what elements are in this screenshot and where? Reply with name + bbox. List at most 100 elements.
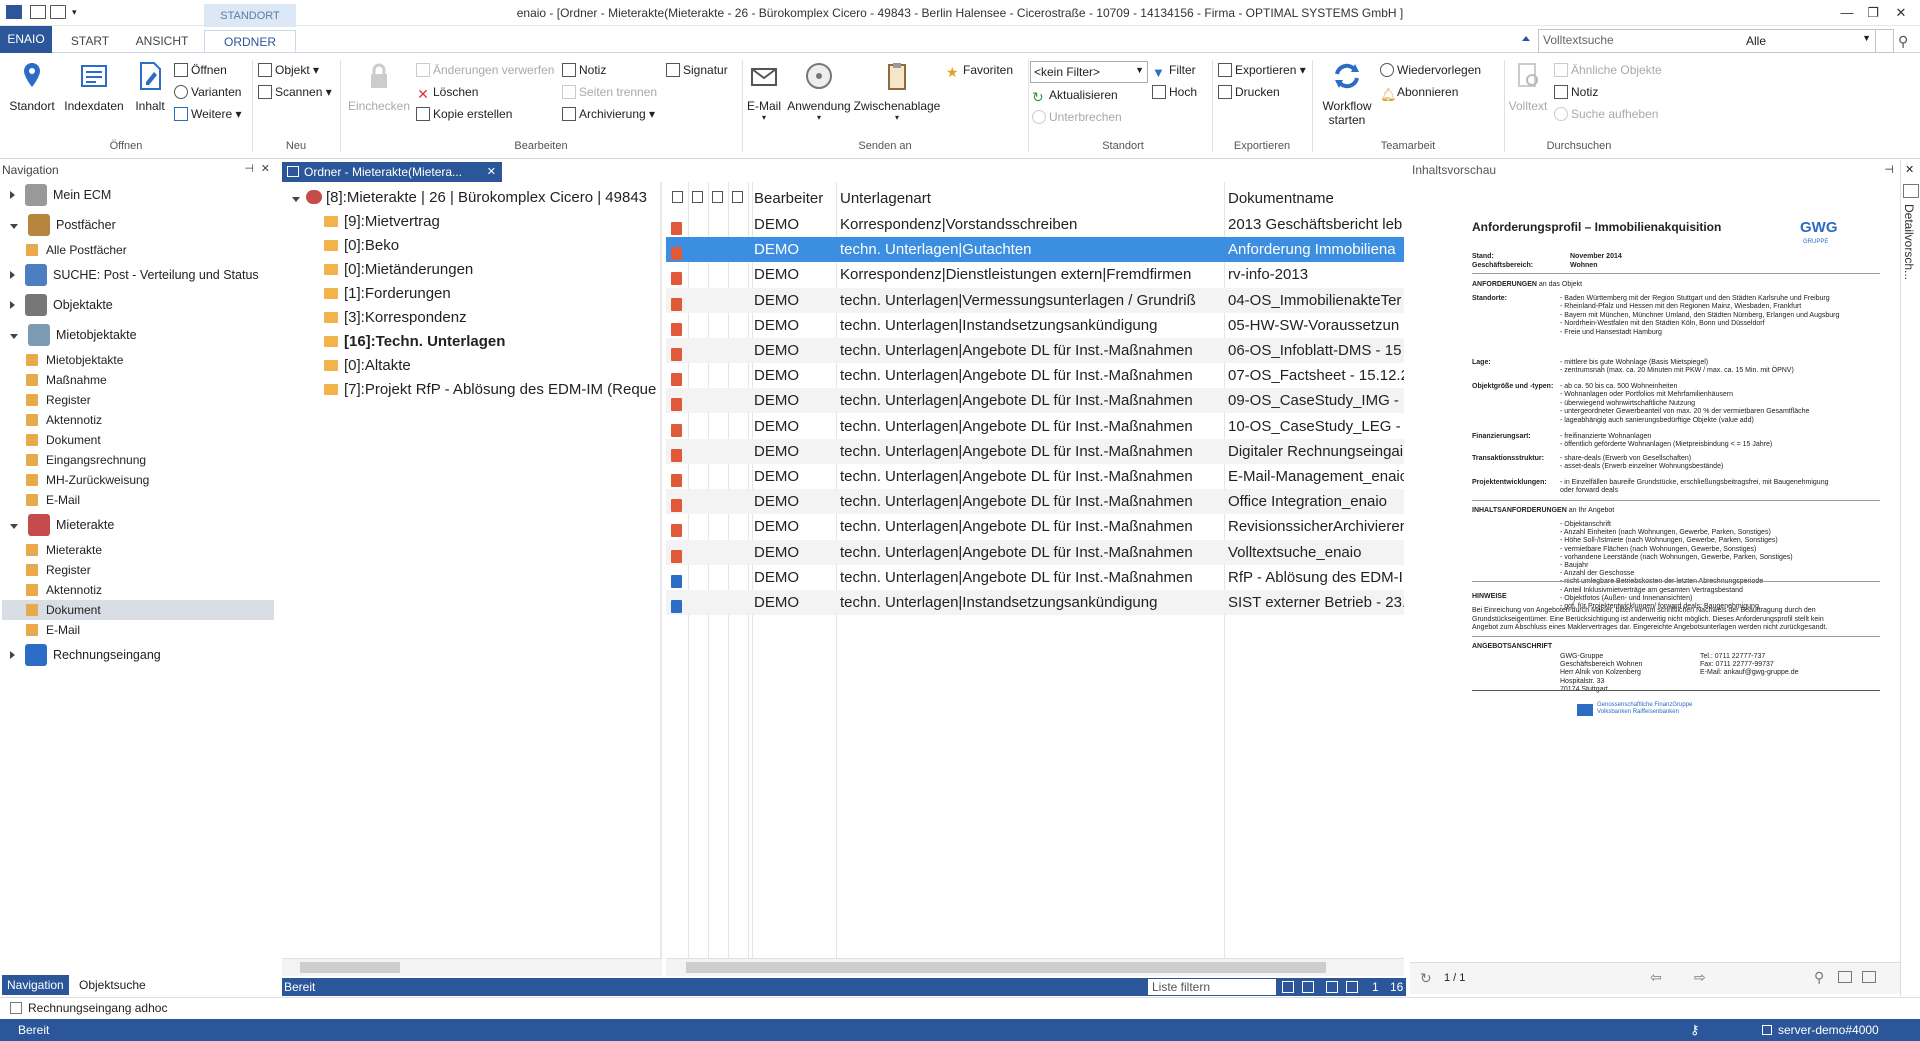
view-grid-icon[interactable] — [1326, 981, 1338, 993]
folder-hscrollbar[interactable] — [282, 958, 662, 976]
folder-root[interactable]: [8]:Mieterakte | 26 | Bürokomplex Cicero… — [292, 186, 647, 210]
expanded-icon[interactable] — [10, 334, 18, 339]
nav-item[interactable]: Postfächer — [10, 210, 278, 240]
table-row[interactable]: DEMO techn. Unterlagen|Gutachten Anforderu… — [666, 237, 1404, 263]
table-row[interactable]: DEMO techn. Unterlagen|Instandsetzungsank… — [666, 590, 1404, 615]
nav-item[interactable]: Objektakte — [10, 290, 278, 320]
nav-item[interactable]: E-Mail — [26, 620, 274, 640]
column-header[interactable]: Bearbeiter — [754, 187, 823, 211]
workflow-starten-button[interactable]: Workflow starten — [1314, 60, 1380, 127]
nav-item[interactable]: Mietobjektakte — [26, 350, 274, 370]
varianten-button[interactable]: Varianten — [174, 83, 241, 101]
nav-item[interactable]: Dokument — [26, 430, 274, 450]
zoom-icon[interactable]: ⚲ — [1814, 969, 1824, 986]
close-button[interactable]: ✕ — [1888, 2, 1914, 24]
grid-hscrollbar[interactable] — [666, 958, 1404, 976]
adhoc-item[interactable]: Rechnungseingang adhoc — [28, 1001, 167, 1015]
table-row[interactable]: DEMO techn. Unterlagen|Vermessungsunterla… — [666, 287, 1404, 313]
expanded-icon[interactable] — [292, 197, 300, 202]
volltext-button[interactable]: Volltext — [1506, 60, 1550, 113]
nav-item[interactable]: Register — [26, 560, 274, 580]
nav-item[interactable]: MH-Zurückweisung — [26, 470, 274, 490]
collapse-ribbon-icon[interactable] — [1522, 36, 1530, 41]
close-icon[interactable]: ✕ — [487, 162, 496, 182]
close-icon[interactable]: ✕ — [1905, 163, 1914, 176]
seiten-trennen-button[interactable]: Seiten trennen — [562, 83, 657, 101]
tab-navigation[interactable]: Navigation — [2, 975, 69, 995]
filter-button[interactable]: ▼ Filter — [1152, 61, 1196, 80]
nav-item[interactable]: SUCHE: Post - Verteilung und Status — [10, 260, 278, 290]
nav-item[interactable]: Aktennotiz — [26, 410, 274, 430]
table-row[interactable]: DEMO techn. Unterlagen|Angebote DL für In… — [666, 514, 1404, 539]
tab-ansicht[interactable]: ANSICHT — [128, 30, 196, 52]
table-row[interactable]: DEMO techn. Unterlagen|Angebote DL für In… — [666, 388, 1404, 414]
aenderungen-verwerfen-button[interactable]: Änderungen verwerfen — [416, 61, 554, 79]
restore-button[interactable]: ❐ — [1860, 2, 1886, 24]
view-details-icon[interactable] — [1346, 981, 1358, 993]
inhalt-button[interactable]: Inhalt — [128, 60, 172, 113]
table-row[interactable]: DEMO techn. Unterlagen|Angebote DL für In… — [666, 464, 1404, 489]
close-icon[interactable]: ✕ — [261, 162, 270, 175]
notiz-search-button[interactable]: Notiz — [1554, 83, 1598, 101]
expand-icon[interactable] — [10, 651, 15, 659]
scroll-thumb[interactable] — [300, 962, 400, 973]
pin-icon[interactable]: ⊣ — [244, 162, 254, 175]
nav-item[interactable]: Eingangsrechnung — [26, 450, 274, 470]
tab-ordner[interactable]: ORDNER — [204, 30, 296, 52]
previous-page-icon[interactable]: ⇦ — [1650, 969, 1662, 986]
nav-item[interactable]: Mieterakte — [10, 510, 278, 540]
nav-item[interactable]: E-Mail — [26, 490, 274, 510]
copy-column-icon[interactable] — [672, 191, 683, 203]
nav-item[interactable]: Mietobjektakte — [10, 320, 278, 350]
suche-aufheben-button[interactable]: Suche aufheben — [1554, 105, 1658, 123]
view-tree-icon[interactable] — [1282, 981, 1294, 993]
view-list-icon[interactable] — [1302, 981, 1314, 993]
drucken-button[interactable]: Drucken — [1218, 83, 1280, 101]
folder-register[interactable]: [9]:Mietvertrag — [324, 210, 440, 234]
kopie-erstellen-button[interactable]: Kopie erstellen — [416, 105, 512, 123]
zwischenablage-button[interactable]: Zwischenablage ▾ — [852, 60, 942, 122]
table-row[interactable]: DEMO techn. Unterlagen|Angebote DL für In… — [666, 338, 1404, 363]
unterbrechen-button[interactable]: Unterbrechen — [1032, 108, 1122, 126]
fit-page-icon[interactable] — [1838, 971, 1852, 983]
list-filter-input[interactable]: Liste filtern — [1148, 979, 1276, 995]
table-row[interactable]: DEMO techn. Unterlagen|Angebote DL für In… — [666, 414, 1404, 439]
folder-register[interactable]: [16]:Techn. Unterlagen — [324, 330, 505, 354]
scroll-thumb[interactable] — [686, 962, 1326, 973]
oeffnen-button[interactable]: Öffnen — [174, 61, 227, 79]
detail-preview-strip[interactable]: ✕ Detailvorsch... — [1900, 160, 1920, 996]
nav-item[interactable]: Register — [26, 390, 274, 410]
signatur-button[interactable]: Signatur — [666, 61, 728, 79]
abonnieren-button[interactable]: 🔔︎Abonnieren — [1380, 83, 1458, 102]
nav-item[interactable]: Maßnahme — [26, 370, 274, 390]
table-row[interactable]: DEMO techn. Unterlagen|Angebote DL für In… — [666, 438, 1404, 464]
scannen-button[interactable]: Scannen ▾ — [258, 83, 332, 101]
folder-register[interactable]: [0]:Mietänderungen — [324, 258, 473, 282]
table-row[interactable]: DEMO techn. Unterlagen|Angebote DL für In… — [666, 363, 1404, 388]
view-column-icon[interactable] — [732, 191, 743, 203]
objekt-button[interactable]: Objekt ▾ — [258, 61, 319, 79]
archivierung-button[interactable]: Archivierung ▾ — [562, 105, 655, 123]
help-icon[interactable]: ⚲ — [1898, 33, 1908, 50]
table-row[interactable]: DEMO techn. Unterlagen|Angebote DL für In… — [666, 539, 1404, 565]
nav-item[interactable]: Rechnungseingang — [10, 640, 278, 670]
einchecken-button[interactable]: Einchecken — [346, 60, 412, 113]
expand-icon[interactable] — [10, 301, 15, 309]
folder-register[interactable]: [0]:Beko — [324, 234, 399, 258]
folder-register[interactable]: [1]:Forderungen — [324, 282, 451, 306]
folder-register[interactable]: [3]:Korrespondenz — [324, 306, 467, 330]
folder-register[interactable]: [7]:Projekt RfP - Ablösung des EDM-IM (R… — [324, 378, 656, 402]
table-row[interactable]: DEMO Korrespondenz|Vorstandsschreiben 2013… — [666, 212, 1404, 237]
aktualisieren-button[interactable]: ↻ Aktualisieren — [1032, 86, 1118, 104]
nav-item[interactable]: Alle Postfächer — [26, 240, 274, 260]
anwendung-button[interactable]: Anwendung ▾ — [786, 60, 852, 122]
tab-start[interactable]: START — [62, 30, 118, 52]
table-row[interactable]: DEMO techn. Unterlagen|Angebote DL für In… — [666, 489, 1404, 515]
lock-column-icon[interactable] — [692, 191, 703, 203]
minimize-button[interactable]: — — [1834, 2, 1860, 24]
table-row[interactable]: DEMO techn. Unterlagen|Instandsetzungsank… — [666, 313, 1404, 338]
expanded-icon[interactable] — [10, 524, 18, 529]
filter-select[interactable]: <kein Filter> ▼ — [1030, 61, 1148, 83]
aehnliche-objekte-button[interactable]: Ähnliche Objekte — [1554, 61, 1662, 79]
refresh-icon[interactable]: ↻ — [1420, 970, 1432, 987]
